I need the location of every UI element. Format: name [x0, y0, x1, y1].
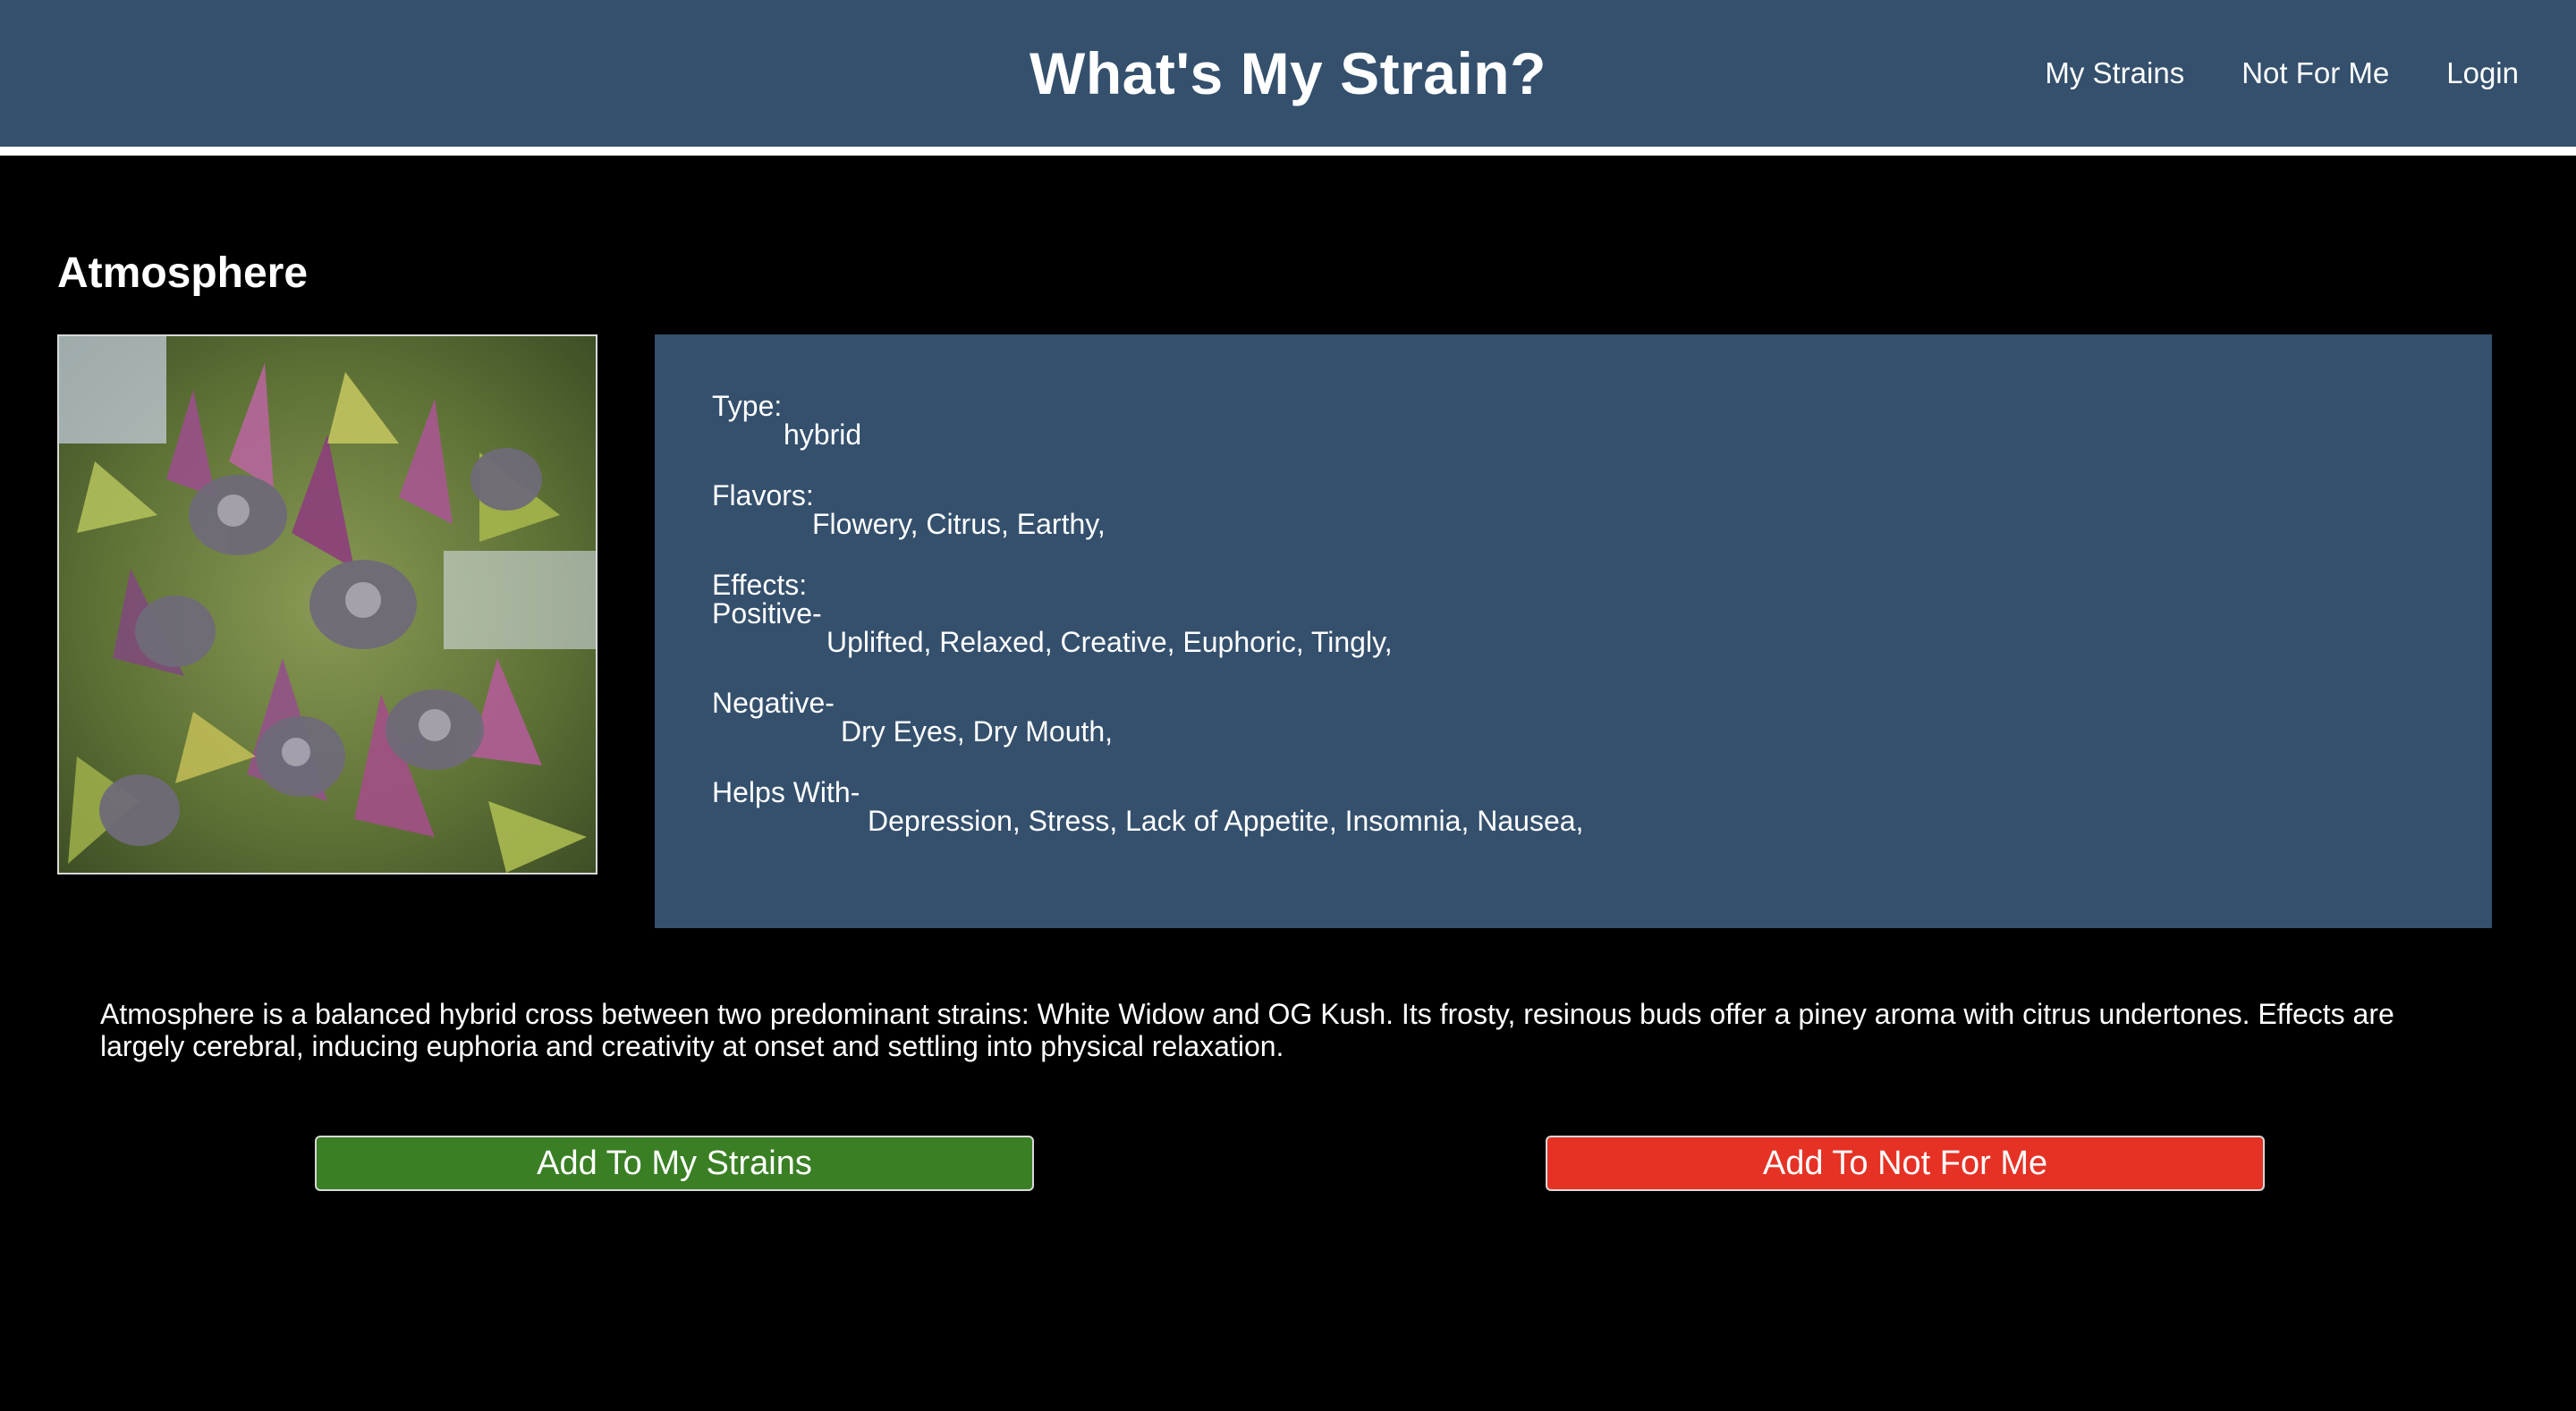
strain-description: Atmosphere is a balanced hybrid cross be…: [100, 998, 2394, 1062]
add-to-my-strains-button[interactable]: Add To My Strains: [315, 1136, 1034, 1191]
cannabis-plant-photo: [59, 336, 596, 873]
nav-link-my-strains[interactable]: My Strains: [2045, 56, 2184, 90]
nav-link-not-for-me[interactable]: Not For Me: [2241, 56, 2389, 90]
add-to-not-for-me-button[interactable]: Add To Not For Me: [1546, 1136, 2265, 1191]
flavors-label: Flavors:: [712, 479, 814, 511]
effects-label: Effects:: [712, 569, 808, 601]
helps-with-value: Depression, Stress, Lack of Appetite, In…: [868, 805, 1584, 837]
strain-photo: [57, 334, 597, 874]
negative-section: Negative- Dry Eyes, Dry Mouth,: [712, 689, 2435, 746]
flavors-value: Flowery, Citrus, Earthy,: [812, 508, 1106, 540]
main-nav: My Strains Not For Me Login: [2045, 0, 2519, 147]
top-navigation-bar: What's My Strain? My Strains Not For Me …: [0, 0, 2576, 156]
strain-details-panel: Type: hybrid Flavors: Flowery, Citrus, E…: [655, 334, 2492, 928]
positive-effects-value: Uplifted, Relaxed, Creative, Euphoric, T…: [826, 626, 1393, 658]
type-section: Type: hybrid: [712, 392, 2435, 449]
negative-effects-value: Dry Eyes, Dry Mouth,: [841, 715, 1114, 748]
flavors-section: Flavors: Flowery, Citrus, Earthy,: [712, 481, 2435, 538]
type-label: Type:: [712, 390, 783, 422]
helps-with-label: Helps With-: [712, 776, 860, 808]
type-value: hybrid: [784, 418, 862, 451]
helps-with-section: Helps With- Depression, Stress, Lack of …: [712, 778, 2435, 835]
strain-name-heading: Atmosphere: [57, 249, 309, 297]
negative-effects-label: Negative-: [712, 687, 835, 719]
nav-link-login[interactable]: Login: [2446, 56, 2519, 90]
effects-section: Effects: Positive- Uplifted, Relaxed, Cr…: [712, 570, 2435, 656]
positive-effects-label: Positive-: [712, 597, 822, 629]
